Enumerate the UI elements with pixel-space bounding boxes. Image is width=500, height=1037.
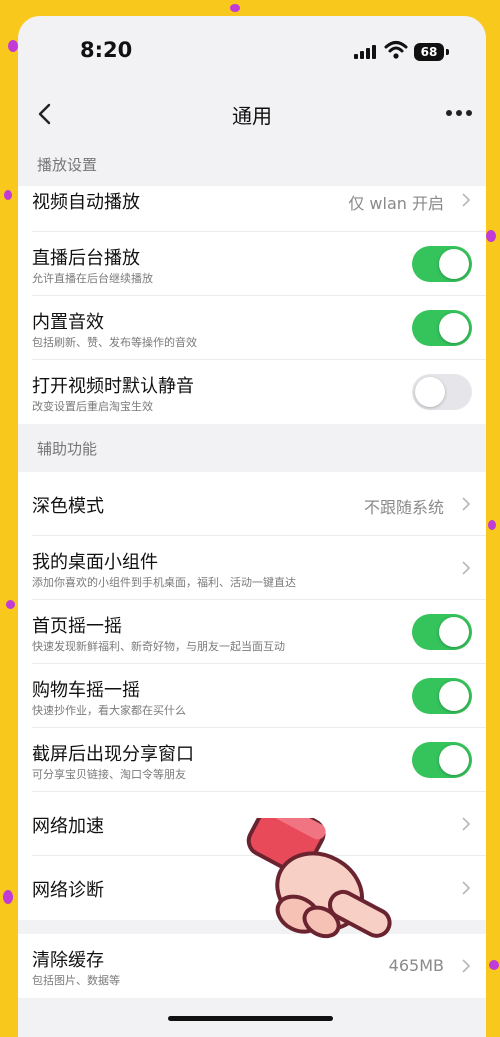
decor-dot — [6, 600, 15, 609]
nav-bar: 通用 — [18, 88, 486, 140]
section-header-playback: 播放设置 — [37, 156, 98, 174]
toggle-knob — [439, 249, 469, 279]
row-title: 网络诊断 — [32, 880, 104, 901]
row-subtitle: 允许直播在后台继续播放 — [32, 272, 153, 285]
status-time: 8:20 — [80, 38, 133, 62]
row-video-autoplay[interactable]: 视频自动播放 仅 wlan 开启 — [18, 186, 486, 232]
chevron-right-icon — [462, 959, 471, 973]
row-title: 内置音效 — [32, 312, 104, 333]
row-value: 仅 wlan 开启 — [348, 194, 444, 213]
row-share-window: 截屏后出现分享窗口 可分享宝贝链接、淘口令等朋友 — [18, 728, 486, 792]
row-home-shake: 首页摇一摇 快速发现新鲜福利、新奇好物，与朋友一起当面互动 — [18, 600, 486, 664]
row-title: 我的桌面小组件 — [32, 552, 158, 573]
wifi-icon — [384, 41, 408, 59]
pointing-hand-icon — [246, 818, 392, 939]
row-title: 购物车摇一摇 — [32, 680, 140, 701]
row-cart-shake: 购物车摇一摇 快速抄作业，看大家都在买什么 — [18, 664, 486, 728]
row-subtitle: 快速抄作业，看大家都在买什么 — [32, 704, 186, 717]
chevron-right-icon — [462, 561, 471, 575]
toggle-knob — [439, 745, 469, 775]
row-title: 网络加速 — [32, 816, 104, 837]
decor-dot — [8, 40, 18, 52]
status-bar: 8:20 68 — [18, 16, 486, 88]
row-default-mute: 打开视频时默认静音 改变设置后重启淘宝生效 — [18, 360, 486, 424]
row-title: 首页摇一摇 — [32, 616, 122, 637]
toggle-cart-shake[interactable] — [412, 678, 472, 714]
toggle-live-background[interactable] — [412, 246, 472, 282]
decor-dot — [489, 960, 499, 970]
row-subtitle: 添加你喜欢的小组件到手机桌面，福利、活动一键直达 — [32, 576, 296, 589]
section-header-assist: 辅助功能 — [37, 440, 98, 458]
chevron-right-icon — [462, 817, 471, 831]
toggle-sound-effects[interactable] — [412, 310, 472, 346]
row-title: 打开视频时默认静音 — [32, 376, 194, 397]
toggle-home-shake[interactable] — [412, 614, 472, 650]
decor-dot — [3, 890, 13, 904]
toggle-share-window[interactable] — [412, 742, 472, 778]
row-desktop-widget[interactable]: 我的桌面小组件 添加你喜欢的小组件到手机桌面，福利、活动一键直达 — [18, 536, 486, 600]
battery-cap — [446, 49, 449, 55]
battery-level: 68 — [420, 45, 438, 59]
chevron-right-icon — [462, 497, 471, 511]
chevron-right-icon — [462, 881, 471, 895]
toggle-knob — [415, 377, 445, 407]
signal-icon — [354, 45, 376, 59]
row-title: 视频自动播放 — [32, 192, 140, 213]
row-title: 深色模式 — [32, 496, 104, 517]
row-sound-effects: 内置音效 包括刷新、赞、发布等操作的音效 — [18, 296, 486, 360]
toggle-knob — [439, 681, 469, 711]
toggle-default-mute[interactable] — [412, 374, 472, 410]
row-subtitle: 包括刷新、赞、发布等操作的音效 — [32, 336, 197, 349]
decor-dot — [4, 190, 12, 200]
decor-dot — [486, 230, 496, 242]
decor-dot — [230, 4, 240, 12]
home-indicator — [168, 1016, 333, 1021]
row-subtitle: 可分享宝贝链接、淘口令等朋友 — [32, 768, 186, 781]
row-title: 截屏后出现分享窗口 — [32, 744, 194, 765]
row-live-background: 直播后台播放 允许直播在后台继续播放 — [18, 232, 486, 296]
more-icon[interactable] — [444, 110, 474, 118]
row-dark-mode[interactable]: 深色模式 不跟随系统 — [18, 472, 486, 536]
decor-dot — [488, 520, 496, 530]
row-title: 清除缓存 — [32, 950, 104, 971]
row-title: 直播后台播放 — [32, 248, 140, 269]
page-title: 通用 — [232, 104, 272, 128]
row-subtitle: 快速发现新鲜福利、新奇好物，与朋友一起当面互动 — [32, 640, 285, 653]
toggle-knob — [439, 617, 469, 647]
toggle-knob — [439, 313, 469, 343]
row-value: 不跟随系统 — [363, 498, 444, 517]
row-subtitle: 包括图片、数据等 — [32, 974, 120, 987]
battery-icon: 68 — [414, 43, 444, 61]
row-subtitle: 改变设置后重启淘宝生效 — [32, 400, 153, 413]
chevron-right-icon — [462, 193, 471, 207]
